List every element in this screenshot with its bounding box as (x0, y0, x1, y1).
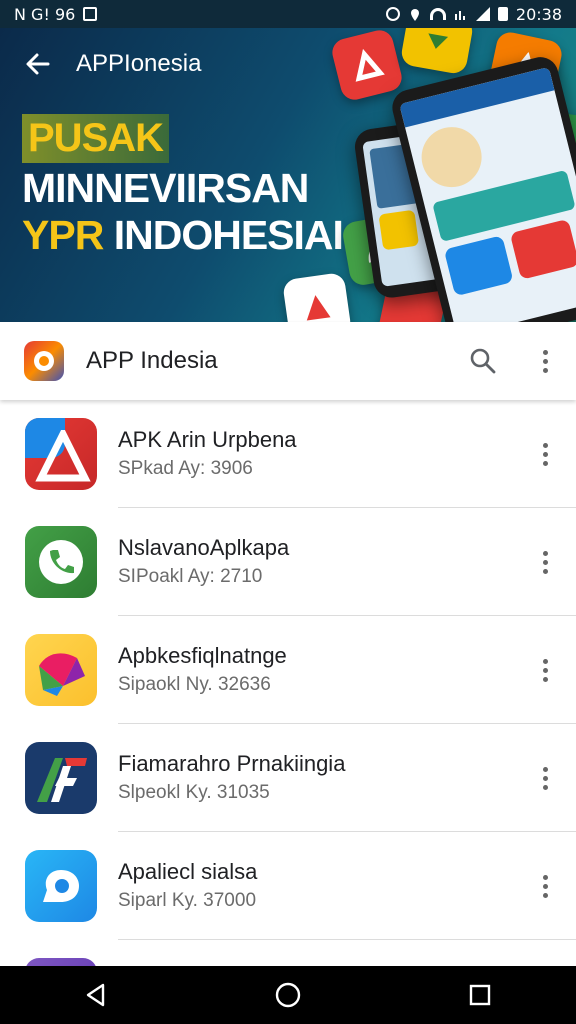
list-item-text: Apbkesfiqlnatnge Sipaokl Ny. 32636 (118, 642, 514, 698)
rainbow-bird-icon (25, 634, 97, 706)
chat-bubble-icon (25, 850, 97, 922)
nav-back-button[interactable] (56, 966, 136, 1024)
item-more-button[interactable] (514, 400, 576, 508)
app-subtitle: Sipaokl Ny. 32636 (118, 674, 271, 695)
list-item-text: Fiamarahro Prnakiingia Slpeokl Ky. 31035 (118, 750, 514, 806)
af-logo-icon (25, 742, 97, 814)
overflow-menu-button[interactable] (514, 322, 576, 400)
list-item[interactable]: NslavanoAplkapa SIPoakl Ay: 2710 (0, 508, 576, 616)
header-banner: APPIonesia PUSAK MINNEVIIRSAN YPR INDOHE… (0, 28, 576, 322)
status-right: 20:38 (385, 4, 562, 24)
item-more-button[interactable] (514, 832, 576, 940)
headline-line-3-rest: INDOHESIAI (113, 212, 344, 258)
search-icon (470, 348, 496, 374)
status-bar: N G! 96 20:38 (0, 0, 576, 28)
headline-line-2: MINNEVIIRSAN (22, 165, 309, 211)
headline-line-3: YPR INDOHESIAI (22, 212, 344, 259)
app-subtitle: Siparl Ky. 37000 (118, 890, 257, 911)
app-header: APP Indesia (0, 322, 576, 400)
status-left-text: N G! 96 (14, 4, 76, 24)
back-button[interactable] (0, 28, 76, 100)
app-title: Fiamarahro Prnakiingia (118, 751, 346, 776)
app-list: APK Arin Urpbena SPkad Ay: 3906 Nslavano… (0, 400, 576, 966)
app-title: Apbkesfiqlnatnge (118, 643, 287, 668)
item-more-button[interactable] (514, 508, 576, 616)
list-item-text: APK Arin Urpbena SPkad Ay: 3906 (118, 426, 514, 482)
app-subtitle: Slpeokl Ky. 31035 (118, 782, 270, 803)
banner-tile-white-icon (281, 271, 353, 322)
headline-line-3-accent: YPR (22, 212, 104, 258)
app-header-title: APP Indesia (86, 347, 218, 374)
purple-app-icon (25, 958, 97, 966)
wifi-icon (429, 8, 446, 20)
signal-icon (475, 7, 490, 21)
location-icon (408, 7, 422, 21)
app-subtitle: SIPoakl Ay: 2710 (118, 566, 263, 587)
item-more-button[interactable] (514, 616, 576, 724)
red-warning-icon (25, 418, 97, 490)
nav-home-icon (275, 982, 301, 1008)
more-vert-icon (542, 874, 548, 898)
list-item[interactable]: Apbkesfiqlnatnge Sipaokl Ny. 32636 (0, 616, 576, 724)
item-more-button[interactable] (514, 724, 576, 832)
list-item-text: Apaliecl sialsa Siparl Ky. 37000 (118, 858, 514, 914)
more-vert-icon (542, 550, 548, 574)
list-item[interactable]: Apaliecl sialsa Siparl Ky. 37000 (0, 832, 576, 940)
list-item-text: NslavanoAplkapa SIPoakl Ay: 2710 (118, 534, 514, 590)
nav-recents-icon (469, 984, 491, 1006)
app-title: Apaliecl sialsa (118, 859, 258, 884)
list-item[interactable]: Fiamarahro Prnakiingia Slpeokl Ky. 31035 (0, 724, 576, 832)
headline-line-1: PUSAK (22, 114, 170, 163)
status-time: 20:38 (515, 4, 562, 24)
nav-back-icon (86, 983, 105, 1007)
screenshot-icon (83, 7, 98, 21)
more-vert-icon (542, 349, 548, 373)
more-vert-icon (542, 658, 548, 682)
nav-home-button[interactable] (248, 966, 328, 1024)
app-subtitle: SPkad Ay: 3906 (118, 458, 253, 479)
app-logo-icon (24, 341, 64, 381)
battery-icon (497, 7, 508, 21)
data-icon (454, 7, 468, 21)
nav-recents-button[interactable] (440, 966, 520, 1024)
app-title: APPIonesia (76, 50, 202, 77)
list-item[interactable]: APK Arin Urpbena SPkad Ay: 3906 (0, 400, 576, 508)
banner-headline: PUSAK MINNEVIIRSAN YPR INDOHESIAI (22, 114, 344, 259)
app-title: NslavanoAplkapa (118, 535, 290, 560)
status-left: N G! 96 (14, 4, 98, 24)
alarm-icon (385, 7, 400, 21)
search-button[interactable] (452, 322, 514, 400)
more-vert-icon (542, 442, 548, 466)
phone-icon (25, 526, 97, 598)
system-nav-bar (0, 966, 576, 1024)
list-item-partial[interactable] (0, 940, 576, 966)
app-title: APK Arin Urpbena (118, 427, 297, 452)
more-vert-icon (542, 766, 548, 790)
arrow-left-icon (26, 53, 50, 75)
